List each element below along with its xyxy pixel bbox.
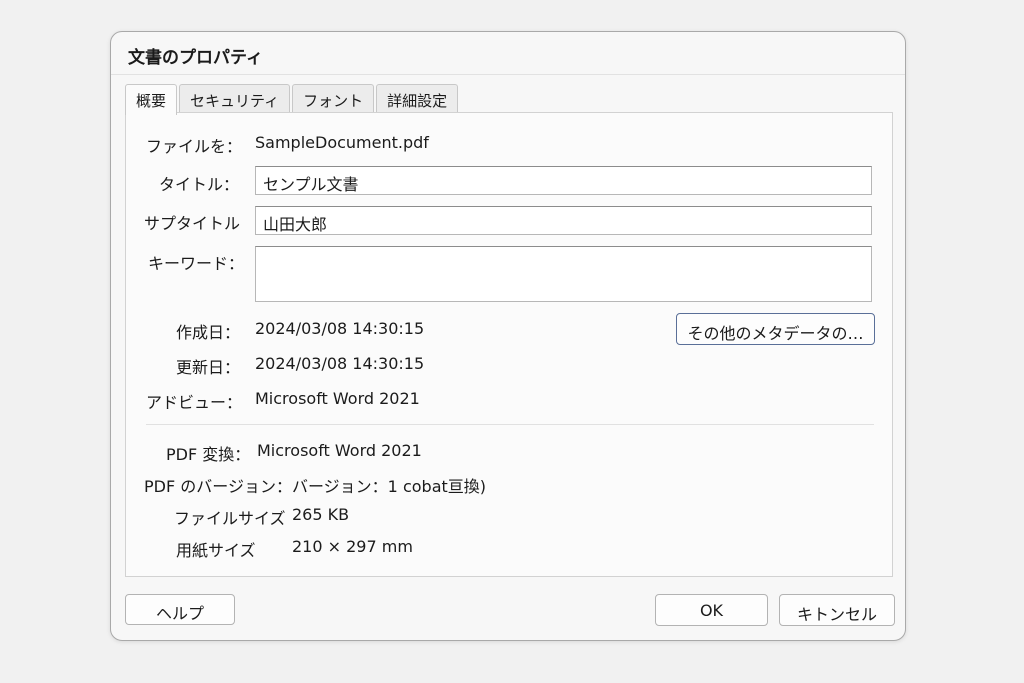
cancel-button[interactable]: キトンセル	[779, 594, 895, 626]
subtitle-input[interactable]: 山田大郎	[255, 206, 872, 235]
pdf-producer-label: PDF 変換：	[166, 445, 251, 464]
section-divider	[146, 424, 874, 425]
tab-summary[interactable]: 概要	[125, 84, 178, 115]
document-properties-dialog: 文書のプロパティ 概要 セキュリティ フォント 詳細設定 ファイルを： Samp…	[110, 31, 906, 641]
created-value: 2024/03/08 14:30:15	[255, 319, 425, 338]
file-size-label: ファイルサイズ	[174, 509, 286, 528]
created-label: 作成日：	[176, 323, 241, 342]
tab-advanced[interactable]: 詳細設定	[376, 84, 459, 113]
file-size-value: 265 KB	[292, 505, 350, 524]
summary-panel: ファイルを： SampleDocument.pdf タイトル： センプル文書 サ…	[125, 112, 893, 577]
subtitle-label: サプタイトル	[144, 214, 241, 233]
tab-security[interactable]: セキュリティ	[179, 84, 291, 113]
more-metadata-button[interactable]: その他のメタデータの…	[676, 313, 875, 345]
pdf-version-label: PDF のバージョン：	[144, 477, 292, 496]
application-label: アドビュー：	[146, 393, 243, 412]
title-label: タイトル：	[159, 175, 240, 194]
keywords-label: キーワード：	[148, 254, 245, 273]
pdf-version-value: バージョン：1 cobat亘換)	[292, 477, 487, 496]
filename-label: ファイルを：	[146, 137, 243, 156]
page-size-label: 用紙サイズ	[176, 541, 256, 560]
keywords-textarea[interactable]	[255, 246, 872, 302]
modified-label: 更新日：	[176, 358, 241, 377]
tab-bar: 概要 セキュリティ フォント 詳細設定	[125, 84, 459, 115]
dialog-titlebar: 文書のプロパティ	[111, 32, 905, 75]
title-input[interactable]: センプル文書	[255, 166, 872, 195]
pdf-producer-value: Microsoft Word 2021	[257, 441, 422, 460]
dialog-title: 文書のプロパティ	[128, 48, 263, 68]
page-size-value: 210 × 297 mm	[292, 537, 413, 556]
ok-button[interactable]: OK	[655, 594, 768, 626]
modified-value: 2024/03/08 14:30:15	[255, 354, 425, 373]
filename-value: SampleDocument.pdf	[255, 133, 429, 152]
application-value: Microsoft Word 2021	[255, 389, 420, 408]
help-button[interactable]: ヘルプ	[125, 594, 235, 625]
tab-fonts[interactable]: フォント	[292, 84, 375, 113]
